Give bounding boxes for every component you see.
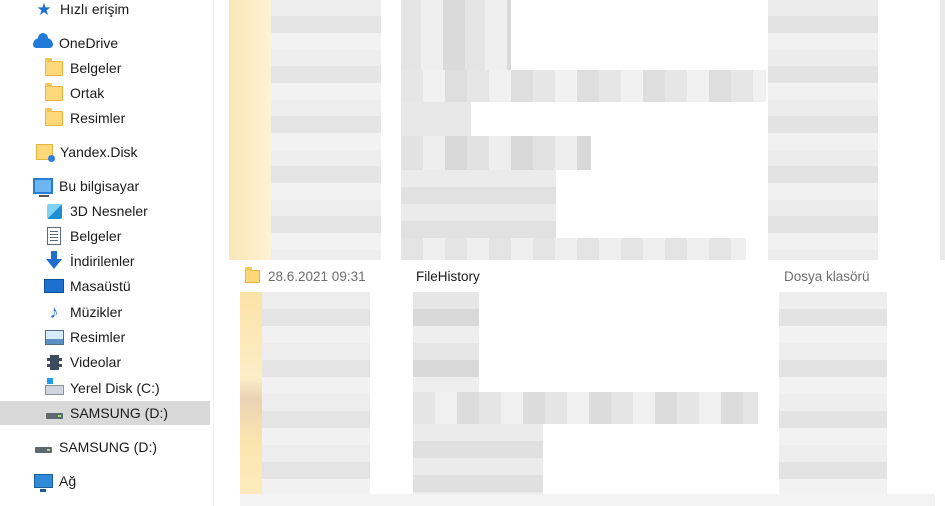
nav-this-pc[interactable]: Bu bilgisayar (33, 174, 139, 198)
nav-videos[interactable]: Videolar (44, 350, 121, 374)
music-note-icon: ♪ (49, 302, 59, 322)
nav-quick-access[interactable]: ★ Hızlı erişim (34, 0, 129, 21)
nav-desktop[interactable]: Masaüstü (44, 274, 131, 298)
nav-samsung-d[interactable]: SAMSUNG (D:) (33, 435, 157, 459)
nav-label: Resimler (70, 329, 126, 345)
desktop-icon (44, 276, 64, 296)
row-name-label: FileHistory (416, 268, 480, 284)
picture-icon (44, 327, 64, 347)
download-arrow-icon (44, 251, 64, 271)
blurred-names-top-5 (401, 170, 556, 238)
nav-onedrive-ortak[interactable]: Ortak (44, 81, 104, 105)
star-icon: ★ (36, 0, 52, 19)
nav-documents[interactable]: Belgeler (44, 224, 121, 248)
nav-label: OneDrive (59, 35, 119, 51)
nav-label: Hızlı erişim (60, 1, 130, 17)
blurred-names-top-1 (401, 0, 511, 70)
drive-icon (33, 437, 53, 457)
row-type: Dosya klasörü (784, 266, 870, 286)
nav-pictures[interactable]: Resimler (44, 325, 125, 349)
nav-label: Videolar (70, 354, 122, 370)
nav-label: Ortak (70, 85, 105, 101)
blurred-icons-bottom (240, 292, 262, 506)
nav-yandex-disk[interactable]: Yandex.Disk (34, 140, 138, 164)
nav-label: Belgeler (70, 228, 122, 244)
nav-label: 3D Nesneler (70, 203, 148, 219)
blurred-icons-top (229, 0, 271, 260)
folder-icon (44, 107, 64, 128)
nav-local-disk-c[interactable]: Yerel Disk (C:) (44, 376, 160, 400)
blurred-names-bottom-2 (413, 392, 758, 424)
nav-onedrive-belgeler[interactable]: Belgeler (44, 56, 121, 80)
cube-icon (44, 201, 64, 221)
nav-label: Masaüstü (70, 278, 131, 294)
folder-icon (242, 266, 262, 286)
blurred-names-bottom-1 (413, 292, 479, 392)
nav-label: Resimler (70, 110, 126, 126)
nav-network[interactable]: Ağ (33, 469, 76, 493)
nav-label: SAMSUNG (D:) (59, 439, 157, 455)
nav-label: Yandex.Disk (60, 144, 138, 160)
blurred-names-top-4 (401, 136, 591, 170)
cloud-icon (33, 33, 53, 53)
blurred-dates-bottom (262, 292, 370, 506)
scrollbar-edge[interactable] (940, 0, 945, 260)
row-date: 28.6.2021 09:31 (268, 268, 366, 284)
windows-drive-icon (44, 378, 64, 398)
blurred-types-bottom (779, 292, 887, 506)
row-type-label: Dosya klasörü (784, 268, 870, 284)
nav-3d-objects[interactable]: 3D Nesneler (44, 199, 148, 223)
pane-divider (213, 0, 214, 506)
nav-label: Müzikler (70, 304, 123, 320)
computer-icon (33, 176, 53, 197)
nav-onedrive-resimler[interactable]: Resimler (44, 106, 125, 130)
navigation-pane: ★ Hızlı erişim OneDrive Belgeler Ortak R… (0, 0, 213, 506)
document-icon (44, 226, 64, 246)
blurred-names-top-2 (401, 70, 766, 102)
nav-music[interactable]: ♪ Müzikler (44, 300, 123, 324)
nav-label: Ağ (59, 473, 77, 489)
blurred-types-top (768, 0, 878, 260)
nav-label: Yerel Disk (C:) (70, 380, 160, 396)
folder-icon (44, 57, 64, 78)
nav-downloads[interactable]: İndirilenler (44, 249, 135, 273)
file-row-filehistory[interactable]: 28.6.2021 09:31 (242, 266, 366, 286)
network-icon (33, 471, 53, 492)
film-icon (44, 352, 64, 372)
folder-icon (44, 82, 64, 103)
blurred-names-top-6 (401, 238, 746, 260)
nav-label: SAMSUNG (D:) (70, 405, 168, 421)
yandex-folder-icon (34, 142, 55, 162)
blurred-strip-bottom (240, 494, 935, 506)
blurred-dates-top (271, 0, 381, 260)
row-name[interactable]: FileHistory (416, 266, 480, 286)
blurred-names-top-3 (401, 102, 471, 136)
nav-label: İndirilenler (70, 253, 135, 269)
nav-label: Belgeler (70, 60, 122, 76)
nav-onedrive[interactable]: OneDrive (33, 31, 118, 55)
nav-label: Bu bilgisayar (59, 178, 140, 194)
nav-samsung-d-selected[interactable]: SAMSUNG (D:) (0, 401, 210, 425)
drive-icon (44, 403, 64, 423)
